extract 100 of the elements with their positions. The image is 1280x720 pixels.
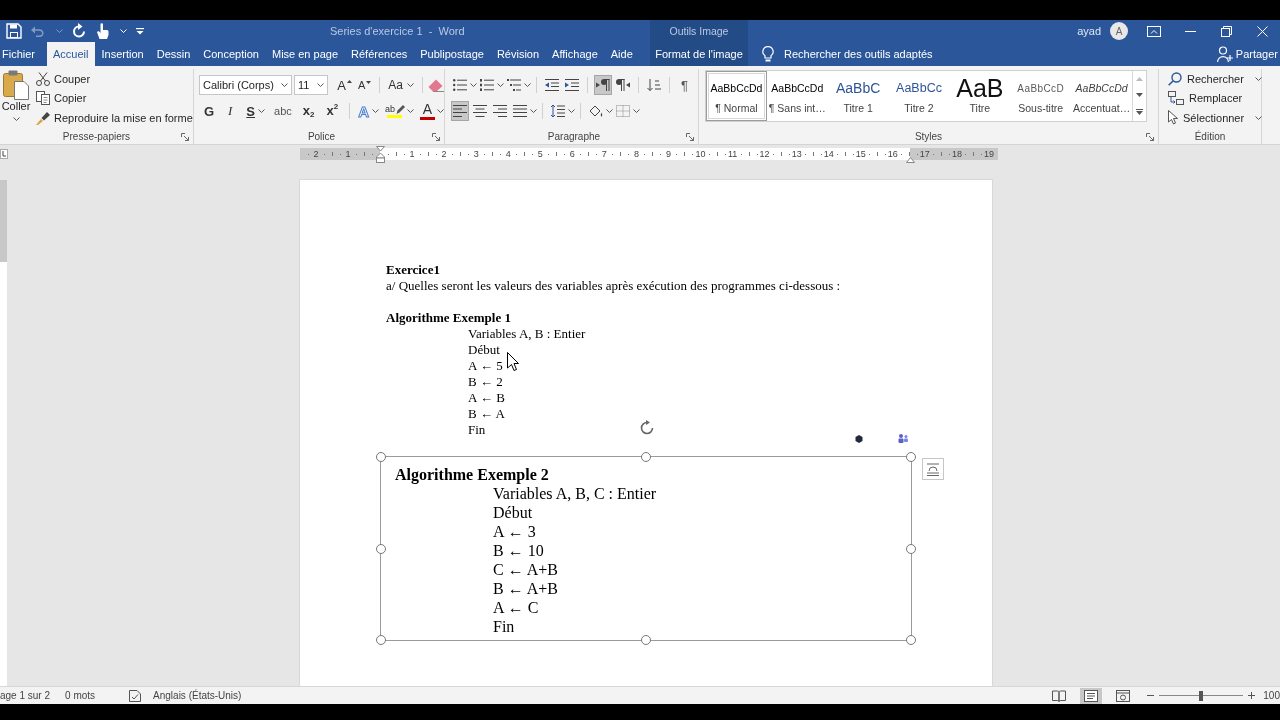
web-layout-icon[interactable] [1116, 689, 1131, 702]
subscript-button[interactable]: x$_{2}$ [299, 103, 318, 119]
dialog-launcher-icon[interactable] [432, 132, 440, 141]
multilevel-list-icon[interactable] [507, 79, 521, 91]
ribbon-tab[interactable]: Affichage [545, 42, 605, 66]
ribbon-tab[interactable]: Conception [196, 42, 266, 66]
slider-thumb[interactable] [1199, 690, 1204, 701]
caret-icon[interactable] [258, 109, 265, 113]
decrease-indent-icon[interactable] [545, 79, 559, 91]
hand-icon[interactable] [96, 23, 109, 39]
style-option[interactable]: AaBbCcD Sous-titre [1010, 71, 1072, 121]
caret-icon[interactable] [1254, 76, 1262, 81]
line-spacing-icon[interactable] [551, 105, 565, 117]
zoom-level[interactable]: 100 [1263, 690, 1280, 701]
caret-icon[interactable] [497, 83, 504, 87]
ribbon-tab[interactable]: Insertion [95, 42, 151, 66]
minimize-icon[interactable] [1184, 30, 1196, 32]
bulleted-list-icon[interactable] [453, 79, 467, 91]
select-button[interactable]: Sélectionner [1168, 108, 1261, 128]
font-color-button[interactable]: A [418, 102, 437, 120]
indent-marker-icon[interactable] [375, 146, 385, 163]
language-label[interactable]: Anglais (États-Unis) [153, 690, 242, 701]
share-button[interactable]: Partager [1216, 46, 1280, 62]
style-option[interactable]: AaBbCc Titre 2 [888, 71, 950, 121]
style-option[interactable]: AaBbCcDd ¶ Sans int… [766, 71, 828, 121]
close-icon[interactable] [1256, 25, 1268, 37]
repeat-icon[interactable] [71, 23, 87, 39]
grow-font-button[interactable]: A [334, 77, 355, 93]
zoom-in-icon[interactable] [1248, 692, 1256, 699]
eraser-icon[interactable] [428, 78, 444, 92]
style-option[interactable]: AaB Titre [949, 71, 1011, 121]
more-icon[interactable] [1136, 109, 1143, 115]
caret-icon[interactable] [407, 109, 414, 113]
dialog-launcher-icon[interactable] [181, 132, 189, 141]
italic-button[interactable]: I [223, 103, 238, 119]
caret-icon[interactable] [524, 83, 531, 87]
numbered-list-icon[interactable] [480, 79, 494, 91]
copy-button[interactable]: Copier [36, 88, 193, 108]
scroll-down-icon[interactable] [1136, 93, 1143, 97]
caret-icon[interactable] [1255, 115, 1263, 120]
sort-icon[interactable] [647, 79, 661, 91]
left-to-right-icon[interactable] [594, 75, 612, 95]
align-left-icon[interactable] [451, 101, 469, 121]
caret-icon[interactable] [317, 83, 325, 87]
align-center-icon[interactable] [473, 105, 487, 117]
paste-button[interactable]: Coller [0, 69, 32, 129]
hexagon-icon[interactable] [855, 435, 863, 443]
shrink-font-button[interactable]: A [354, 79, 375, 91]
justify-icon[interactable] [513, 105, 527, 117]
ribbon-tab[interactable]: Aide [604, 42, 640, 66]
replace-button[interactable]: Remplacer [1168, 88, 1261, 108]
cut-button[interactable]: Couper [36, 69, 193, 89]
caret-icon[interactable] [633, 109, 640, 113]
people-icon[interactable] [898, 434, 908, 443]
change-case-button[interactable]: Aa [385, 78, 417, 92]
bold-button[interactable]: G [201, 103, 218, 119]
restore-icon[interactable] [1220, 25, 1232, 37]
resize-handle[interactable] [641, 635, 651, 645]
print-layout-icon[interactable] [1080, 687, 1103, 704]
font-size-field[interactable]: 11 [293, 75, 329, 95]
align-right-icon[interactable] [493, 105, 507, 117]
strikethrough-button[interactable]: abc [271, 105, 295, 117]
resize-handle[interactable] [376, 543, 386, 554]
rotate-icon[interactable] [639, 420, 655, 436]
layout-options-icon[interactable] [922, 458, 944, 480]
read-mode-icon[interactable] [1052, 689, 1067, 702]
caret-icon[interactable] [372, 109, 379, 113]
caret-icon[interactable] [470, 83, 477, 87]
ribbon-tab[interactable]: Dessin [150, 42, 197, 66]
ribbon-tab[interactable]: Mise en page [265, 42, 345, 66]
ribbon-tab[interactable]: Format de l'image [648, 42, 750, 66]
ribbon-display-icon[interactable] [1147, 25, 1161, 37]
tab-selector-icon[interactable] [0, 149, 8, 159]
caret-icon[interactable] [606, 109, 613, 113]
underline-button[interactable]: S [243, 103, 258, 119]
increase-indent-icon[interactable] [565, 79, 579, 91]
style-option[interactable]: AaBbCcDd Accentuat… [1071, 71, 1132, 121]
resize-handle[interactable] [376, 635, 386, 645]
show-marks-button[interactable]: ¶ [677, 77, 692, 93]
resize-handle[interactable] [376, 452, 386, 462]
style-option[interactable]: AaBbCcDd ¶ Normal [706, 71, 767, 121]
ribbon-tab[interactable]: Révision [490, 42, 546, 66]
superscript-button[interactable]: x$^{2}$ [323, 103, 342, 119]
caret-icon[interactable] [530, 109, 537, 113]
save-icon[interactable] [6, 23, 22, 39]
paint-bucket-icon[interactable] [589, 105, 603, 117]
font-name-field[interactable]: Calibri (Corps) [199, 75, 292, 95]
resize-handle[interactable] [906, 635, 916, 645]
style-option[interactable]: AaBbC Titre 1 [827, 71, 889, 121]
caret-icon[interactable] [280, 83, 288, 87]
customize-icon[interactable] [135, 27, 145, 35]
ribbon-tab[interactable]: Accueil [46, 42, 95, 66]
caret-icon[interactable] [437, 109, 444, 113]
highlight-button[interactable]: ab [383, 104, 407, 118]
resize-handle[interactable] [906, 543, 916, 554]
dialog-launcher-icon[interactable] [686, 132, 694, 141]
find-button[interactable]: Rechercher [1168, 69, 1261, 89]
dialog-launcher-icon[interactable] [1146, 132, 1154, 141]
tell-me-button[interactable]: Rechercher des outils adaptés [762, 46, 933, 62]
right-to-left-icon[interactable] [616, 79, 630, 91]
